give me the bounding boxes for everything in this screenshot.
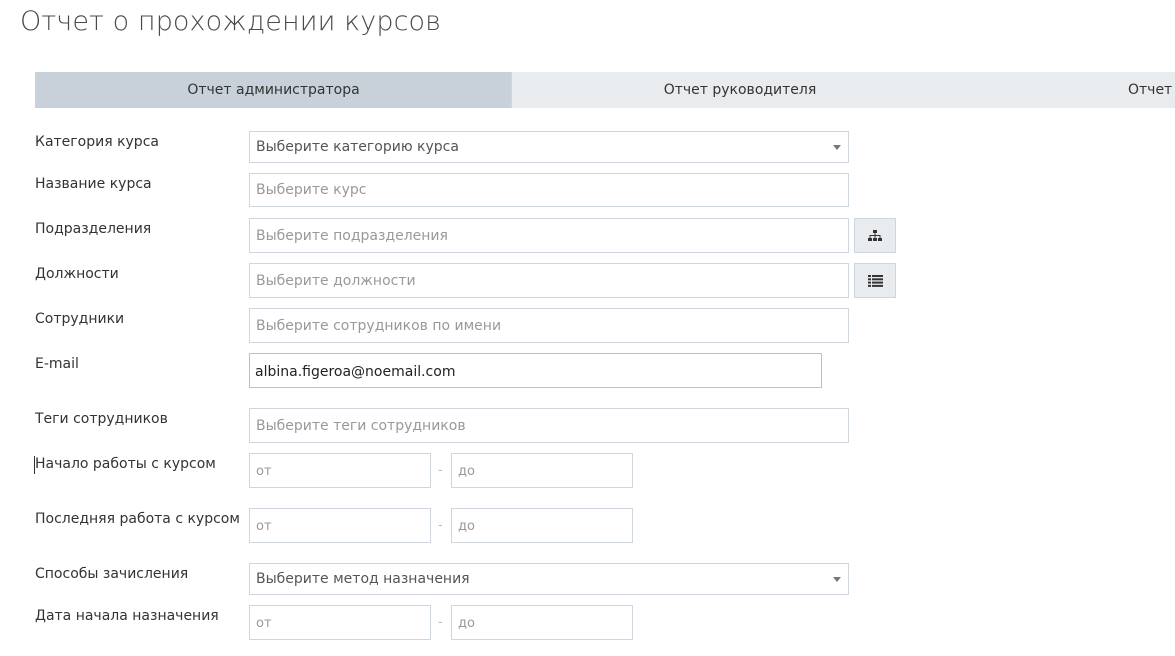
course-start-from-input[interactable]: от bbox=[249, 453, 431, 488]
org-chart-icon bbox=[868, 230, 882, 241]
employees-input[interactable]: Выберите сотрудников по имени bbox=[249, 308, 849, 343]
assignment-start-from-input[interactable]: от bbox=[249, 605, 431, 640]
email-label: E-mail bbox=[35, 356, 79, 372]
positions-list-button[interactable] bbox=[854, 263, 896, 298]
course-category-placeholder: Выберите категорию курса bbox=[256, 139, 459, 155]
course-name-input[interactable]: Выберите курс bbox=[249, 173, 849, 207]
positions-input[interactable]: Выберите должности bbox=[249, 263, 849, 298]
tab-admin-report[interactable]: Отчет администратора bbox=[35, 72, 512, 108]
enrollment-methods-placeholder: Выберите метод назначения bbox=[256, 571, 470, 587]
chevron-down-icon bbox=[833, 145, 841, 150]
assignment-start-separator: - bbox=[438, 615, 443, 630]
course-start-to-input[interactable]: до bbox=[451, 453, 633, 488]
departments-input[interactable]: Выберите подразделения bbox=[249, 218, 849, 253]
enrollment-methods-label: Способы зачисления bbox=[35, 566, 189, 582]
enrollment-methods-select[interactable]: Выберите метод назначения bbox=[249, 563, 849, 595]
course-start-separator: - bbox=[438, 463, 443, 478]
chevron-down-icon bbox=[833, 577, 841, 582]
last-work-label: Последняя работа с курсом bbox=[35, 511, 240, 527]
page-title: Отчет о прохождении курсов bbox=[20, 6, 442, 37]
departments-label: Подразделения bbox=[35, 221, 152, 237]
employees-label: Сотрудники bbox=[35, 311, 125, 327]
positions-label: Должности bbox=[35, 266, 119, 282]
employee-tags-label: Теги сотрудников bbox=[35, 411, 168, 427]
departments-tree-button[interactable] bbox=[854, 218, 896, 253]
assignment-start-to-input[interactable]: до bbox=[451, 605, 633, 640]
course-start-label: Начало работы с курсом bbox=[35, 456, 216, 472]
assignment-start-label: Дата начала назначения bbox=[35, 608, 219, 624]
report-tabs: Отчет администратора Отчет руководителя … bbox=[35, 72, 1175, 108]
list-icon bbox=[868, 275, 883, 287]
email-field[interactable]: albina.figeroa@noemail.com bbox=[249, 353, 822, 388]
last-work-separator: - bbox=[438, 518, 443, 533]
course-name-label: Название курса bbox=[35, 176, 152, 192]
employee-tags-input[interactable]: Выберите теги сотрудников bbox=[249, 408, 849, 443]
last-work-from-input[interactable]: от bbox=[249, 508, 431, 543]
tab-manager-report[interactable]: Отчет руководителя bbox=[512, 72, 968, 108]
last-work-to-input[interactable]: до bbox=[451, 508, 633, 543]
course-category-select[interactable]: Выберите категорию курса bbox=[249, 131, 849, 163]
course-category-label: Категория курса bbox=[35, 134, 159, 150]
tab-third-report[interactable]: Отчет с bbox=[968, 72, 1175, 108]
